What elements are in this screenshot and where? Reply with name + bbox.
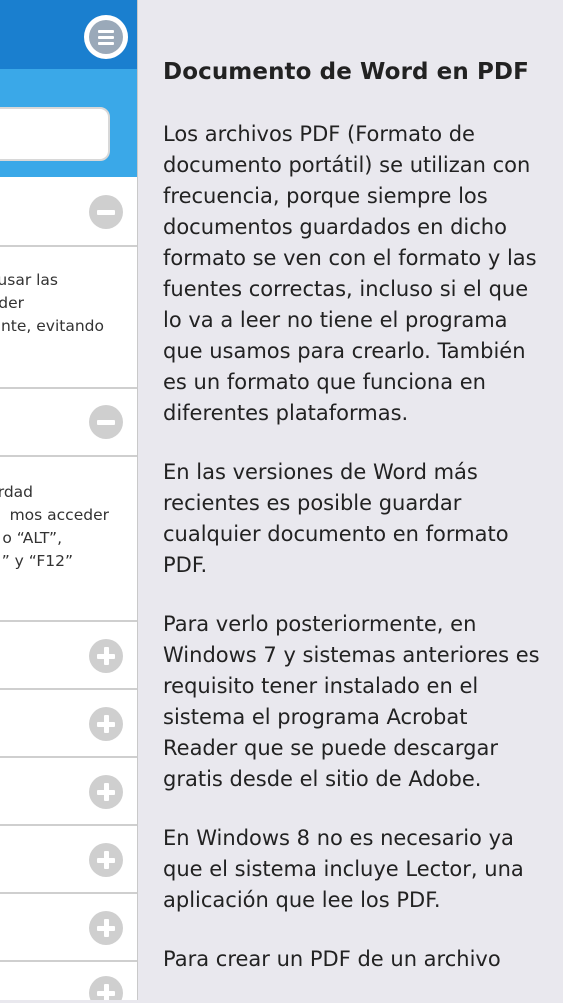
article-paragraph: Para verlo posteriormente, en Windows 7 …: [163, 612, 540, 791]
section-text-line: der: [0, 294, 24, 312]
article-paragraph: Para crear un PDF de un archivo: [163, 947, 501, 971]
section-text-line: mos acceder: [9, 506, 109, 524]
article-paragraph: En Windows 8 no es necesario ya que el s…: [163, 826, 524, 912]
side-panel: usar las der nte, evitando rdad mos acce…: [0, 0, 138, 1000]
plus-icon[interactable]: [89, 911, 123, 945]
search-area: [0, 69, 138, 177]
section-header-3[interactable]: [0, 622, 138, 690]
plus-icon[interactable]: [89, 775, 123, 809]
section-text-line: .” y “F12”: [0, 552, 73, 570]
section-header-4[interactable]: [0, 690, 138, 758]
search-input[interactable]: [0, 107, 110, 161]
panel-header: [0, 0, 138, 69]
plus-icon[interactable]: [89, 976, 123, 1000]
section-body-2: rdad mos acceder o “ALT”, .” y “F12”: [0, 457, 138, 622]
menu-icon: [89, 20, 123, 54]
plus-icon[interactable]: [89, 843, 123, 877]
section-text-line: rdad: [0, 483, 33, 501]
article-paragraph: En las versiones de Word más recientes e…: [163, 460, 509, 577]
section-text-line: o “ALT”,: [2, 529, 62, 547]
article-content: Documento de Word en PDF Los archivos PD…: [163, 55, 548, 1003]
minus-icon[interactable]: [89, 195, 123, 229]
section-header-2[interactable]: [0, 389, 138, 457]
section-text-line: nte, evitando: [0, 317, 104, 335]
section-header-7[interactable]: [0, 894, 138, 962]
section-body-1: usar las der nte, evitando: [0, 247, 138, 389]
plus-icon[interactable]: [89, 707, 123, 741]
menu-button[interactable]: [84, 15, 128, 59]
plus-icon[interactable]: [89, 639, 123, 673]
section-header-8[interactable]: [0, 962, 138, 1000]
article-paragraph: Los archivos PDF (Formato de documento p…: [163, 122, 537, 425]
section-text-line: usar las: [0, 271, 58, 289]
section-header-6[interactable]: [0, 826, 138, 894]
article-title: Documento de Word en PDF: [163, 59, 529, 85]
section-header-5[interactable]: [0, 758, 138, 826]
minus-icon[interactable]: [89, 405, 123, 439]
section-header-1[interactable]: [0, 177, 138, 247]
